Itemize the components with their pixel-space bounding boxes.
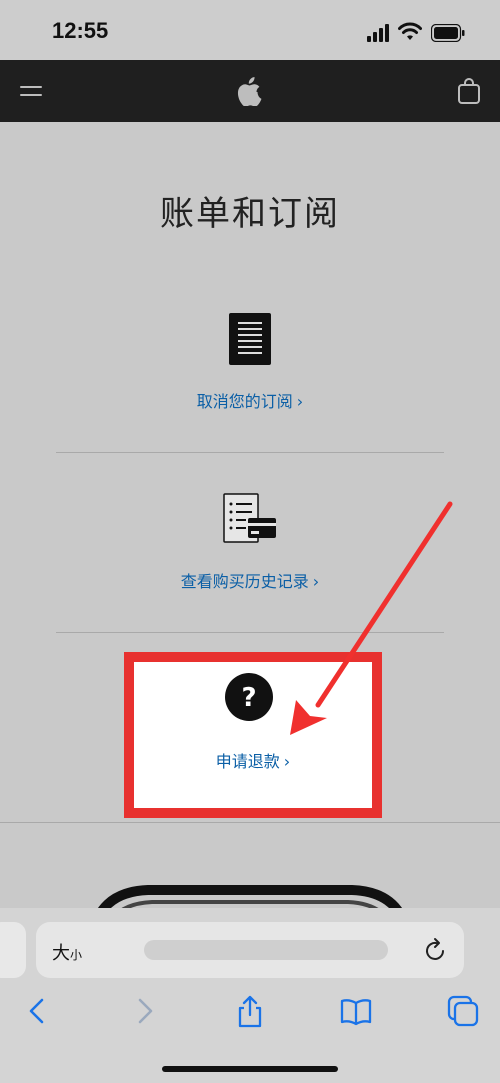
refund-highlight-box: ? 申请退款 › <box>124 652 382 818</box>
purchase-history-icon <box>223 493 276 543</box>
bookmarks-icon[interactable] <box>339 994 373 1028</box>
cellular-signal-icon <box>367 24 389 42</box>
purchase-history-link[interactable]: 查看购买历史记录 › <box>56 568 444 592</box>
chevron-right-icon: › <box>283 752 291 771</box>
browser-toolbar <box>0 988 500 1038</box>
help-symbol: ? <box>241 683 256 713</box>
help-icon: ? <box>225 673 273 721</box>
apple-global-nav <box>0 60 500 122</box>
url-text <box>144 940 388 960</box>
address-bar[interactable]: 大小 <box>36 922 464 978</box>
cancel-subscription-label: 取消您的订阅 <box>196 392 293 411</box>
divider <box>56 632 444 633</box>
divider <box>56 452 444 453</box>
purchase-history-section: 查看购买历史记录 › <box>56 482 444 632</box>
status-bar: 12:55 <box>0 0 500 60</box>
chevron-right-icon: › <box>296 392 304 411</box>
tabs-icon[interactable] <box>446 994 480 1028</box>
page-title: 账单和订阅 <box>160 194 340 234</box>
bag-icon[interactable] <box>457 77 481 105</box>
purchase-history-label: 查看购买历史记录 <box>180 572 309 591</box>
text-size-small: 小 <box>70 948 83 962</box>
billing-content: 账单和订阅 取消您的订阅 › 查看购买历史记录 › ? 申请退款 › <box>0 122 500 942</box>
text-size-button[interactable]: 大小 <box>52 939 82 965</box>
section-divider <box>0 822 500 823</box>
apple-logo-icon[interactable] <box>237 76 263 106</box>
cancel-subscription-link[interactable]: 取消您的订阅 › <box>56 388 444 412</box>
forward-icon[interactable] <box>128 994 162 1028</box>
menu-icon[interactable] <box>20 82 42 100</box>
wifi-icon <box>398 22 422 40</box>
previous-tab-preview[interactable] <box>0 922 26 978</box>
request-refund-label: 申请退款 <box>215 752 280 771</box>
text-size-big: 大 <box>52 943 70 964</box>
safari-browser-bar: 大小 <box>0 908 500 1083</box>
reload-icon[interactable] <box>424 937 448 963</box>
request-refund-link[interactable]: 申请退款 › <box>134 748 372 772</box>
battery-icon <box>431 24 465 42</box>
share-icon[interactable] <box>233 994 267 1028</box>
document-icon <box>229 313 271 365</box>
back-icon[interactable] <box>20 994 54 1028</box>
chevron-right-icon: › <box>312 572 320 591</box>
status-time: 12:55 <box>52 18 109 43</box>
cancel-subscription-section: 取消您的订阅 › <box>56 312 444 452</box>
home-indicator <box>162 1066 338 1072</box>
